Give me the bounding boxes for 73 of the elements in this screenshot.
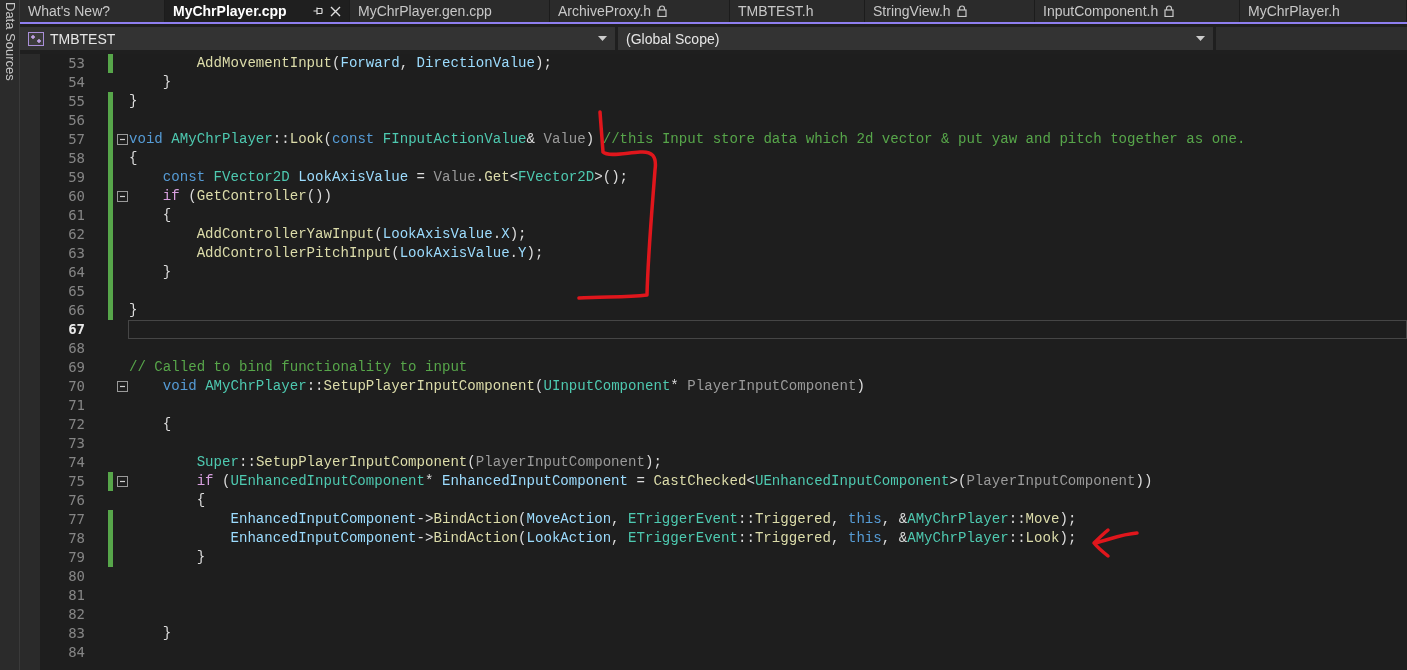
- code-line: {: [161, 206, 172, 225]
- code-line: }: [161, 263, 172, 282]
- code-line: }: [161, 624, 172, 643]
- code-line: }: [129, 301, 138, 320]
- collapse-icon[interactable]: [117, 476, 128, 487]
- line-number: 76: [67, 491, 85, 510]
- line-number: 61: [67, 206, 85, 225]
- code-line: // Called to bind functionality to input: [129, 358, 468, 377]
- collapse-icon[interactable]: [117, 134, 128, 145]
- line-number: 74: [67, 453, 85, 472]
- line-number: 78: [67, 529, 85, 548]
- line-number: 57: [67, 130, 85, 149]
- line-number: 83: [67, 624, 85, 643]
- code-line: {: [195, 491, 206, 510]
- line-number: 68: [67, 339, 85, 358]
- line-number: 67: [67, 320, 85, 339]
- file-tab[interactable]: TMBTEST.h: [730, 0, 865, 22]
- line-number: 64: [67, 263, 85, 282]
- file-tab[interactable]: MyChrPlayer.h: [1240, 0, 1407, 22]
- code-line: {: [129, 149, 138, 168]
- scope-dropdown[interactable]: (Global Scope): [618, 27, 1213, 50]
- line-number: 81: [67, 586, 85, 605]
- collapse-icon[interactable]: [117, 381, 128, 392]
- file-tab[interactable]: MyChrPlayer.cpp: [165, 0, 350, 22]
- line-number: 62: [67, 225, 85, 244]
- code-line: void AMyChrPlayer::Look(const FInputActionValue& Value) //this Input store data which 2d vector & put yaw and pitch together as one.: [129, 130, 1246, 149]
- code-line: EnhancedInputComponent->BindAction(MoveAction, ETriggerEvent::Triggered, this, &AMyChrPlayer::Move);: [229, 510, 1077, 529]
- file-tab[interactable]: MyChrPlayer.gen.cpp: [350, 0, 550, 22]
- line-number: 60: [67, 187, 85, 206]
- line-number: 69: [67, 358, 85, 377]
- line-number: 72: [67, 415, 85, 434]
- line-number: 65: [67, 282, 85, 301]
- code-line: }: [129, 92, 138, 111]
- line-number: 59: [67, 168, 85, 187]
- line-number: 84: [67, 643, 85, 662]
- line-number: 66: [67, 301, 85, 320]
- code-line: {: [161, 415, 172, 434]
- line-number: 82: [67, 605, 85, 624]
- close-icon[interactable]: [330, 5, 341, 17]
- collapse-icon[interactable]: [117, 191, 128, 202]
- line-number: 73: [67, 434, 85, 453]
- line-number: 75: [67, 472, 85, 491]
- code-line: EnhancedInputComponent->BindAction(LookAction, ETriggerEvent::Triggered, this, &AMyChrPlayer::Look);: [229, 529, 1077, 548]
- line-number: 54: [67, 73, 85, 92]
- code-line: }: [195, 548, 206, 567]
- file-tab[interactable]: ArchiveProxy.h: [550, 0, 730, 22]
- line-number: 55: [67, 92, 85, 111]
- line-number: 79: [67, 548, 85, 567]
- line-number: 58: [67, 149, 85, 168]
- code-line: if (UEnhancedInputComponent* EnhancedInputComponent = CastChecked<UEnhancedInputComponent>(PlayerInputComponent)): [195, 472, 1153, 491]
- line-number: 71: [67, 396, 85, 415]
- file-tab[interactable]: StringView.h: [865, 0, 1035, 22]
- code-line: void AMyChrPlayer::SetupPlayerInputComponent(UInputComponent* PlayerInputComponent): [161, 377, 865, 396]
- line-number: 63: [67, 244, 85, 263]
- code-line: AddMovementInput(Forward, DirectionValue);: [195, 54, 552, 73]
- project-dropdown[interactable]: TMBTEST: [20, 27, 615, 50]
- code-line: AddControllerYawInput(LookAxisValue.X);: [195, 225, 527, 244]
- line-number: 77: [67, 510, 85, 529]
- line-number: 80: [67, 567, 85, 586]
- code-line: AddControllerPitchInput(LookAxisValue.Y);: [195, 244, 544, 263]
- code-line: if (GetController()): [161, 187, 332, 206]
- sidebar-tab[interactable]: Data Sources: [0, 0, 20, 670]
- code-line: const FVector2D LookAxisValue = Value.Get<FVector2D>();: [161, 168, 629, 187]
- file-tab[interactable]: InputComponent.h: [1035, 0, 1240, 22]
- code-line: Super::SetupPlayerInputComponent(PlayerInputComponent);: [195, 453, 662, 472]
- code-line: }: [161, 73, 172, 92]
- caret-icon: [598, 36, 607, 41]
- pin-icon[interactable]: [313, 6, 324, 16]
- line-number: 53: [67, 54, 85, 73]
- caret-icon: [1196, 36, 1205, 41]
- line-number: 70: [67, 377, 85, 396]
- line-number: 56: [67, 111, 85, 130]
- project-icon: [28, 31, 44, 46]
